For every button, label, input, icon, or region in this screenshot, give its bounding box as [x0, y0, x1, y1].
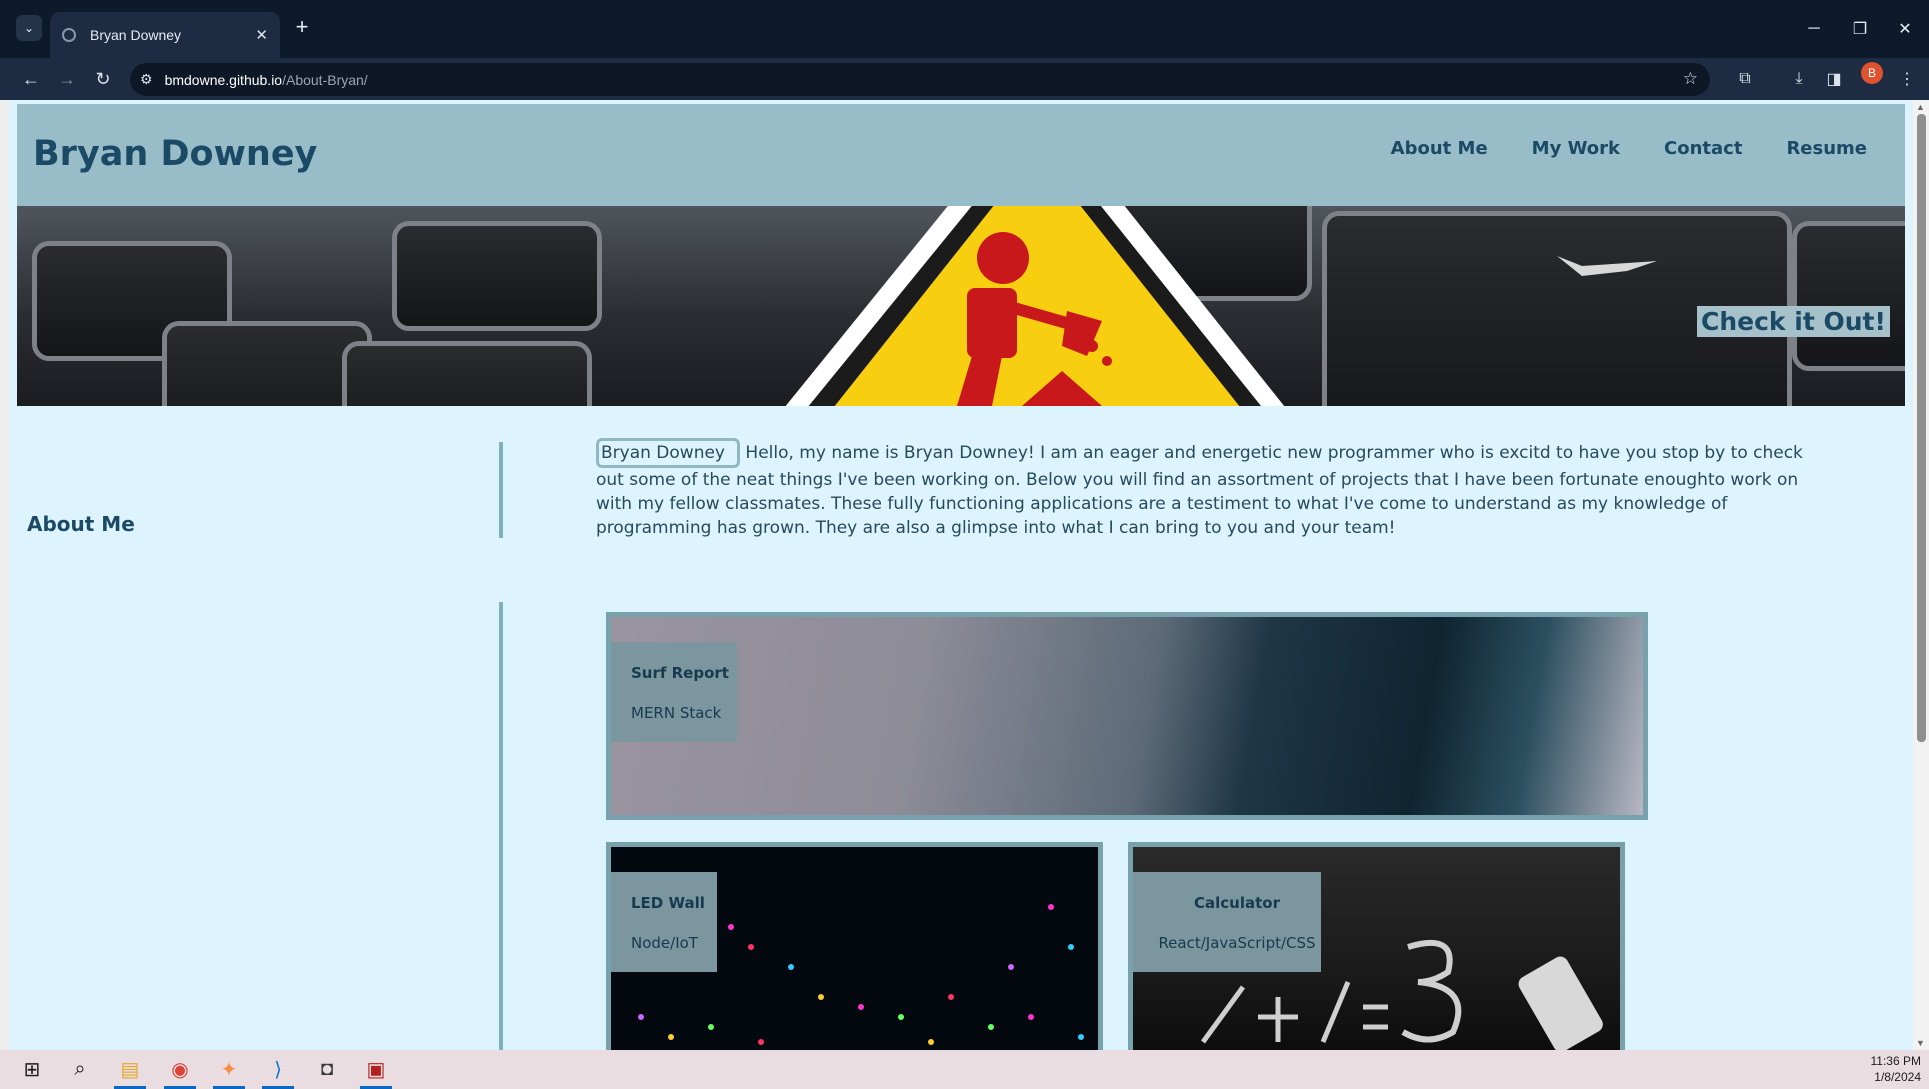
page-scrollbar[interactable]: ▲ ▼	[1913, 100, 1929, 1050]
system-clock[interactable]: 11:36 PM 1/8/2024	[1871, 1053, 1921, 1085]
globe-icon	[62, 28, 76, 42]
url-path: /About-Bryan/	[282, 71, 368, 88]
search-icon[interactable]: ⌕	[60, 1054, 100, 1085]
nav-about-me[interactable]: About Me	[1391, 138, 1488, 159]
hero-check-it-out[interactable]: Check it Out!	[1697, 306, 1890, 337]
hero-banner: Check it Out!	[17, 206, 1905, 406]
project-card-led-wall[interactable]: LED Wall Node/IoT	[606, 842, 1103, 1050]
url-domain: bmdowne.github.io	[164, 71, 283, 88]
app-diamond-icon[interactable]: ✦	[209, 1054, 249, 1089]
windows-taskbar: ⊞ ⌕ ▤ ◉ ✦ ⟩ ◘ ▣ 11:36 PM 1/8/2024	[0, 1050, 1929, 1089]
browser-tab-strip: ⌄ Bryan Downey ✕ + ─ ❐ ✕	[0, 0, 1929, 58]
page-viewport: Bryan Downey About Me My Work Contact Re…	[9, 100, 1913, 1050]
worker-head	[977, 232, 1029, 284]
profile-avatar[interactable]: B	[1861, 62, 1883, 84]
back-button[interactable]: ←	[17, 65, 45, 93]
about-paragraph: Bryan Downey Hello, my name is Bryan Dow…	[596, 438, 1816, 540]
construction-sign	[785, 206, 1657, 406]
chrome-icon[interactable]: ◉	[160, 1054, 200, 1089]
bookmark-star-icon[interactable]: ☆	[1683, 69, 1698, 89]
nav-resume[interactable]: Resume	[1786, 138, 1867, 159]
dirt-particle	[1102, 356, 1112, 366]
nav-contact[interactable]: Contact	[1664, 138, 1742, 159]
new-tab-button[interactable]: +	[289, 14, 315, 40]
project-card-calculator[interactable]: Calculator React/JavaScript/CSS	[1128, 842, 1625, 1050]
site-info-icon[interactable]: ⚙	[140, 71, 153, 88]
worker-body	[967, 288, 1017, 358]
minimize-button[interactable]: ─	[1799, 14, 1829, 44]
menu-kebab-icon[interactable]: ⋮	[1895, 67, 1919, 91]
project-name: LED Wall	[631, 894, 705, 912]
project-stack: React/JavaScript/CSS	[1158, 934, 1316, 952]
surf-image	[611, 617, 1643, 815]
address-bar[interactable]: ⚙ bmdowne.github.io/About-Bryan/ ☆	[130, 63, 1710, 96]
site-nav: About Me My Work Contact Resume	[1391, 138, 1867, 159]
scroll-down-arrow-icon[interactable]: ▼	[1916, 1038, 1925, 1048]
camera-icon[interactable]: ◘	[307, 1054, 347, 1085]
dirt-particle	[1086, 340, 1098, 352]
game-app-icon[interactable]: ▣	[356, 1054, 396, 1089]
section-divider	[499, 602, 503, 1050]
desktop-edge	[0, 100, 9, 1050]
project-caption: Calculator React/JavaScript/CSS	[1133, 872, 1321, 972]
download-icon[interactable]: ⤓	[1787, 67, 1811, 91]
site-title[interactable]: Bryan Downey	[33, 134, 317, 174]
tab-title: Bryan Downey	[90, 27, 182, 43]
start-windows-icon[interactable]: ⊞	[12, 1054, 52, 1085]
file-explorer-icon[interactable]: ▤	[110, 1054, 150, 1089]
site-header: Bryan Downey About Me My Work Contact Re…	[17, 104, 1905, 206]
extensions-icon[interactable]: ⧉	[1733, 67, 1757, 91]
project-name: Calculator	[1194, 894, 1280, 912]
forward-button[interactable]: →	[53, 65, 81, 93]
scrollbar-thumb[interactable]	[1917, 114, 1926, 742]
project-caption: Surf Report MERN Stack	[611, 642, 737, 742]
project-card-surf-report[interactable]: Surf Report MERN Stack	[606, 612, 1648, 820]
restore-button[interactable]: ❐	[1845, 14, 1875, 44]
browser-toolbar: ← → ↻ ⚙ bmdowne.github.io/About-Bryan/ ☆…	[0, 58, 1929, 100]
close-tab-icon[interactable]: ✕	[255, 26, 268, 44]
project-name: Surf Report	[631, 664, 729, 682]
project-stack: Node/IoT	[631, 934, 698, 952]
section-divider	[499, 442, 503, 538]
reload-button[interactable]: ↻	[89, 65, 117, 93]
chalk-stick	[1518, 956, 1603, 1050]
clock-date: 1/8/2024	[1874, 1070, 1921, 1084]
about-me-heading: About Me	[27, 512, 135, 536]
scroll-up-arrow-icon[interactable]: ▲	[1916, 102, 1925, 112]
profile-image-broken: Bryan Downey	[596, 438, 740, 468]
nav-my-work[interactable]: My Work	[1532, 138, 1620, 159]
close-window-button[interactable]: ✕	[1890, 14, 1920, 44]
browser-tab[interactable]: Bryan Downey ✕	[50, 12, 280, 58]
vscode-icon[interactable]: ⟩	[258, 1054, 298, 1089]
return-key-glyph	[1557, 256, 1657, 276]
side-panel-icon[interactable]: ◨	[1822, 67, 1846, 91]
project-caption: LED Wall Node/IoT	[611, 872, 717, 972]
about-text: Hello, my name is Bryan Downey! I am an …	[596, 443, 1803, 538]
clock-time: 11:36 PM	[1870, 1054, 1921, 1068]
project-stack: MERN Stack	[631, 704, 722, 722]
tab-search-button[interactable]: ⌄	[16, 15, 42, 41]
